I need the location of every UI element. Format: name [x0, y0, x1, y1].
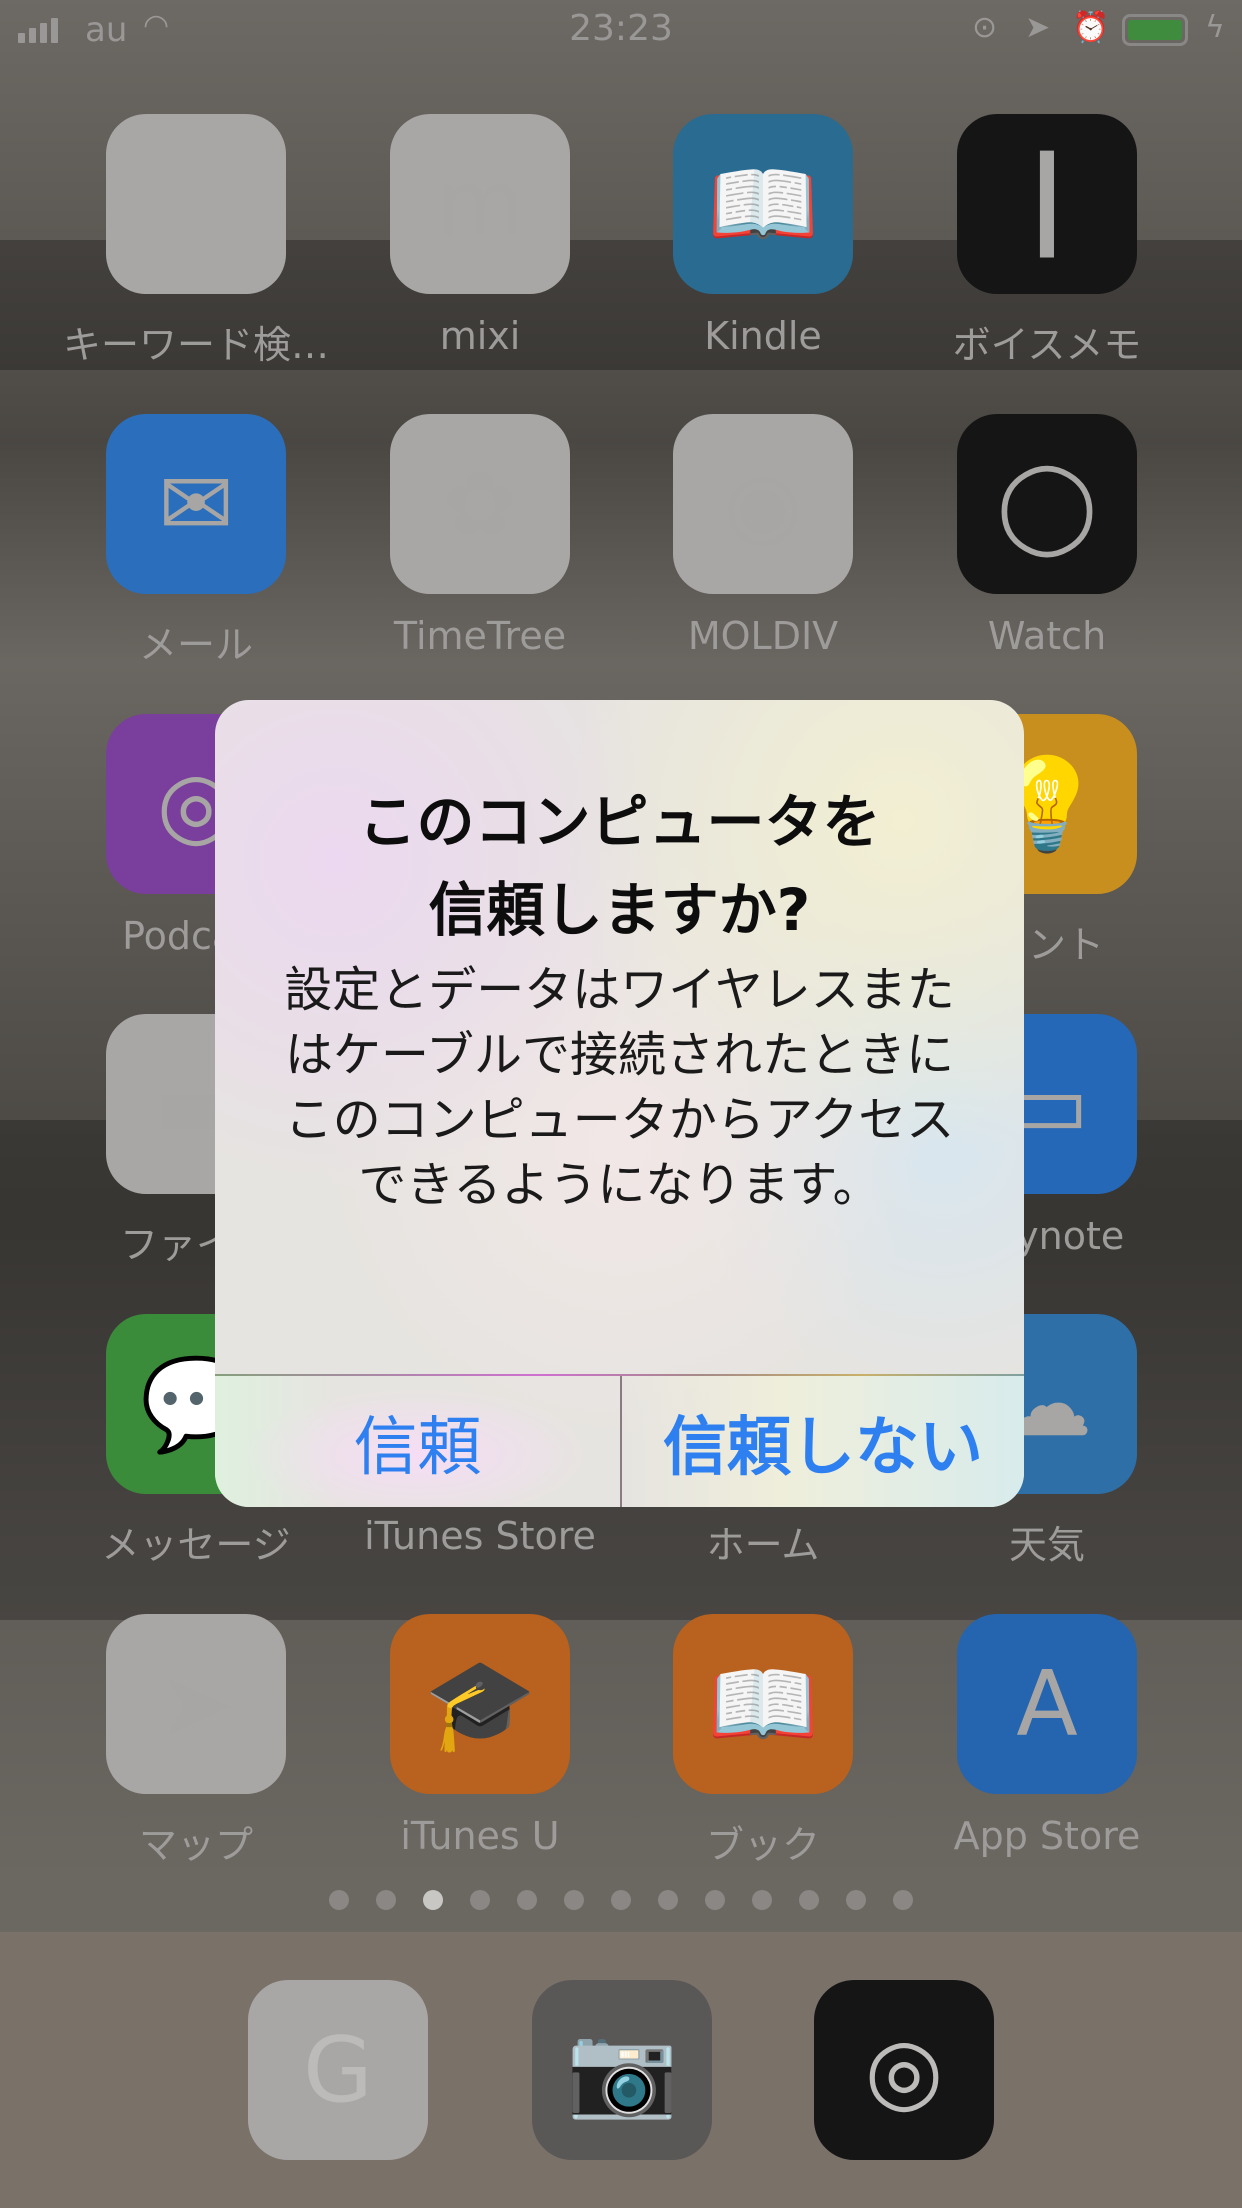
trust-button[interactable]: 信頼 [215, 1376, 620, 1507]
app-kindle[interactable]: 📖 Kindle [673, 114, 853, 358]
app-watch[interactable]: ◯ Watch [957, 414, 1137, 658]
alarm-icon: ⏰ [1072, 10, 1110, 45]
page-dot[interactable] [423, 1890, 443, 1910]
app-label: MOLDIV [687, 614, 839, 658]
page-dot[interactable] [470, 1890, 490, 1910]
page-dot[interactable] [705, 1890, 725, 1910]
maps-icon: ➤ [106, 1614, 286, 1794]
page-dot[interactable] [517, 1890, 537, 1910]
tree-icon: ✿ [390, 414, 570, 594]
page-dot[interactable] [799, 1890, 819, 1910]
blank-icon [106, 114, 286, 294]
app-label: iTunes U [400, 1814, 560, 1858]
app-mixi[interactable]: m mixi [390, 114, 570, 358]
app-label: ブック [705, 1823, 820, 1867]
status-bar: au ◠ 23:23 ⊙ ➤ ⏰ ϟ [0, 0, 1242, 60]
app-label: TimeTree [393, 614, 567, 658]
dont-trust-button[interactable]: 信頼しない [622, 1376, 1024, 1507]
alert-title: このコンピュータを 信頼しますか? [358, 788, 881, 944]
app-store-icon: A [957, 1614, 1137, 1794]
mixi-icon: m [390, 114, 570, 294]
page-dot[interactable] [564, 1890, 584, 1910]
location-icon: ➤ [1025, 10, 1051, 45]
graduation-cap-icon: 🎓 [390, 1614, 570, 1794]
trust-computer-alert: このコンピュータを 信頼しますか? 設定とデータはワイヤレスまたはケーブルで接続さ… [215, 700, 1024, 1507]
dock-app[interactable]: G [248, 1980, 428, 2160]
app-label: ホーム [706, 1523, 820, 1567]
app-label: Watch [987, 614, 1107, 658]
app-メール[interactable]: ✉ メール [106, 414, 286, 667]
page-dot[interactable] [329, 1890, 349, 1910]
page-dot[interactable] [752, 1890, 772, 1910]
kindle-icon: 📖 [673, 114, 853, 294]
watch-icon: ◯ [957, 414, 1137, 594]
battery-icon [1122, 14, 1188, 46]
page-dot[interactable] [611, 1890, 631, 1910]
app-label: キーワード検… [62, 323, 329, 367]
app-app-store[interactable]: A App Store [954, 1614, 1140, 1858]
app-itunes-u[interactable]: 🎓 iTunes U [390, 1614, 570, 1858]
app-label: マップ [138, 1823, 253, 1867]
app-label: iTunes Store [364, 1514, 596, 1558]
app-マップ[interactable]: ➤ マップ [106, 1614, 286, 1867]
clock: 23:23 [569, 8, 673, 49]
app-ブック[interactable]: 📖 ブック [673, 1614, 853, 1867]
app-timetree[interactable]: ✿ TimeTree [390, 414, 570, 658]
dock-app[interactable]: ◎ [814, 1980, 994, 2160]
app-ボイスメモ[interactable]: ┃ ボイスメモ [953, 114, 1141, 367]
lens-icon: ◉ [673, 414, 853, 594]
app-label: ボイスメモ [952, 323, 1142, 367]
app-label: メール [138, 623, 253, 667]
app-キーワード検…[interactable]: キーワード検… [63, 114, 329, 367]
google-icon: G [248, 1980, 428, 2160]
page-indicator[interactable] [0, 1890, 1242, 1910]
dock-app[interactable]: 📷 [532, 1980, 712, 2160]
app-label: メッセージ [101, 1523, 291, 1567]
book-icon: 📖 [673, 1614, 853, 1794]
charging-icon: ϟ [1205, 10, 1225, 45]
app-label: Kindle [704, 314, 822, 358]
waveform-icon: ┃ [957, 114, 1137, 294]
app-label: App Store [953, 1814, 1141, 1858]
page-dot[interactable] [893, 1890, 913, 1910]
app-label: 天気 [1008, 1523, 1085, 1567]
app-label: mixi [439, 314, 521, 358]
dock: G 📷 ◎ [0, 1932, 1242, 2208]
orientation-lock-icon: ⊙ [972, 10, 998, 45]
alert-message: 設定とデータはワイヤレスまたはケーブルで接続されたときにこのコンピュータからアク… [284, 962, 955, 1213]
mail-icon: ✉ [106, 414, 286, 594]
app-moldiv[interactable]: ◉ MOLDIV [673, 414, 853, 658]
page-dot[interactable] [376, 1890, 396, 1910]
camera-icon: 📷 [532, 1980, 712, 2160]
page-dot[interactable] [846, 1890, 866, 1910]
dial-icon: ◎ [814, 1980, 994, 2160]
page-dot[interactable] [658, 1890, 678, 1910]
